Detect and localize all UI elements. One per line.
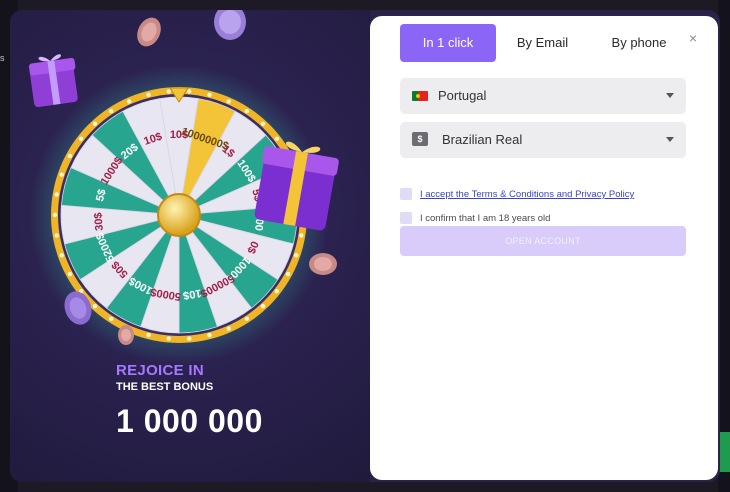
rim-light bbox=[52, 212, 58, 218]
tab-by-email[interactable]: By Email bbox=[505, 24, 580, 62]
open-account-button[interactable]: OPEN ACCOUNT bbox=[400, 226, 686, 256]
currency-value: Brazilian Real bbox=[442, 132, 523, 147]
rim-light bbox=[187, 89, 192, 94]
backdrop-text-fragment: s bbox=[0, 53, 5, 63]
rim-light bbox=[166, 336, 171, 341]
wheel-hub bbox=[157, 193, 201, 237]
rim-light bbox=[67, 271, 73, 277]
terms-checkbox[interactable] bbox=[400, 188, 412, 200]
age-checkbox[interactable] bbox=[400, 212, 412, 224]
rim-light bbox=[108, 316, 114, 322]
coin-right bbox=[309, 253, 337, 275]
registration-tabs: In 1 click By Email By phone bbox=[400, 24, 700, 64]
rim-light bbox=[207, 333, 212, 338]
registration-form: In 1 click By Email By phone × Portugal … bbox=[370, 16, 718, 480]
promo-panel: 10$ 1000000$ 1$ 100$ 5$ 200 0$ 1000$ 50000$ 10$ 50… bbox=[10, 10, 370, 482]
coin-top-right bbox=[214, 10, 246, 40]
rim-light bbox=[244, 108, 250, 114]
currency-select[interactable]: $ Brazilian Real bbox=[400, 122, 686, 158]
rim-light bbox=[78, 136, 84, 142]
rim-light bbox=[260, 304, 266, 309]
tab-one-click[interactable]: In 1 click bbox=[400, 24, 496, 62]
terms-link[interactable]: I accept the Terms & Conditions and Priv… bbox=[420, 188, 634, 201]
rim-light bbox=[54, 192, 59, 197]
promo-text-block: REJOICE IN THE BEST BONUS 1 000 000 bbox=[116, 362, 263, 440]
rim-light bbox=[108, 108, 114, 114]
gift-box-left bbox=[28, 54, 78, 108]
rim-light bbox=[146, 92, 151, 97]
rim-light bbox=[166, 89, 171, 94]
promo-headline: REJOICE IN bbox=[116, 362, 205, 379]
rim-light bbox=[59, 172, 64, 177]
rim-light bbox=[59, 253, 64, 258]
coin-bottom bbox=[118, 325, 134, 345]
rim-light bbox=[226, 326, 232, 331]
rim-light bbox=[274, 136, 280, 142]
rim-light bbox=[260, 121, 266, 126]
rim-light bbox=[274, 288, 280, 294]
rim-light bbox=[207, 92, 212, 97]
wheel-segment-label: 30$ bbox=[92, 212, 105, 231]
rim-light bbox=[294, 253, 299, 258]
chevron-down-icon bbox=[666, 137, 674, 142]
coin-top-left bbox=[137, 17, 161, 47]
rim-light bbox=[226, 99, 232, 104]
rim-light bbox=[299, 233, 304, 238]
rim-light bbox=[92, 304, 98, 309]
rim-light bbox=[146, 333, 151, 338]
registration-modal: 10$ 1000000$ 1$ 100$ 5$ 200 0$ 1000$ 50000$ 10$ 50… bbox=[10, 10, 720, 482]
rim-light bbox=[187, 336, 192, 341]
promo-bonus-amount: 1 000 000 bbox=[116, 403, 263, 439]
rim-light bbox=[54, 233, 59, 238]
age-label: I confirm that I am 18 years old bbox=[420, 213, 551, 224]
country-select[interactable]: Portugal bbox=[400, 78, 686, 114]
chevron-down-icon bbox=[666, 93, 674, 98]
rim-light bbox=[67, 153, 73, 159]
close-icon[interactable]: × bbox=[685, 30, 701, 46]
rim-light bbox=[244, 316, 250, 322]
portugal-flag-icon bbox=[412, 91, 428, 101]
tab-by-phone[interactable]: By phone bbox=[598, 24, 680, 62]
promo-subheadline: THE BEST BONUS bbox=[116, 381, 214, 393]
rim-light bbox=[126, 99, 132, 104]
country-value: Portugal bbox=[438, 88, 487, 103]
rim-light bbox=[92, 121, 98, 126]
rim-light bbox=[285, 271, 291, 277]
currency-icon: $ bbox=[412, 132, 428, 146]
